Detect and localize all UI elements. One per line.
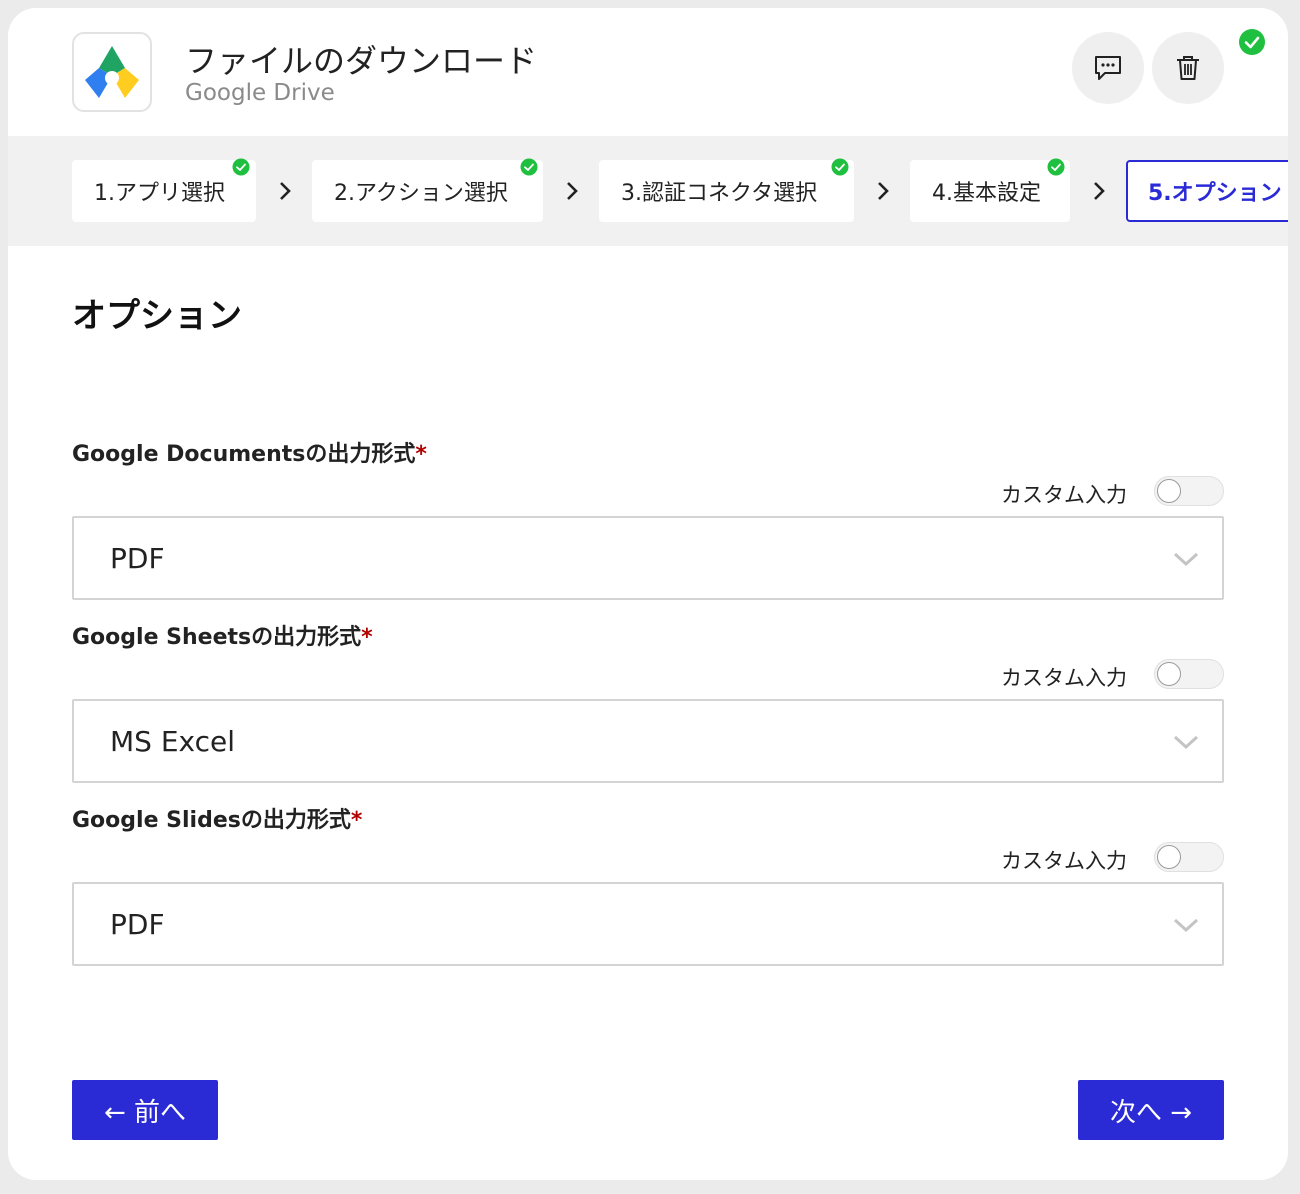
slides-format-select[interactable]: PDF	[72, 882, 1224, 966]
header: ファイルのダウンロード Google Drive	[8, 8, 1288, 136]
chevron-right-icon	[280, 182, 291, 200]
toggle-knob	[1157, 662, 1181, 686]
step-basic-settings[interactable]: 4.基本設定	[910, 158, 1070, 222]
delete-button[interactable]	[1152, 32, 1224, 104]
required-mark: *	[350, 808, 363, 833]
custom-input-toggle[interactable]	[1154, 476, 1224, 506]
main-card: ファイルのダウンロード Google Drive 1.アプリ選択 2.アクション…	[8, 8, 1288, 1180]
custom-input-toggle[interactable]	[1154, 842, 1224, 872]
chevron-right-icon	[567, 182, 578, 200]
step-label: 5.オプション	[1148, 181, 1282, 206]
step-label: 4.基本設定	[932, 181, 1041, 206]
check-circle-icon	[831, 158, 849, 176]
step-connector-select[interactable]: 3.認証コネクタ選択	[599, 158, 854, 222]
google-drive-logo	[72, 32, 152, 112]
step-label: 3.認証コネクタ選択	[621, 181, 818, 206]
check-circle-icon	[1047, 158, 1065, 176]
page-title: ファイルのダウンロード	[185, 42, 538, 80]
comment-icon	[1095, 56, 1121, 80]
step-navigation: 1.アプリ選択 2.アクション選択 3.認証コネクタ選択 4.基本設定 5.オプ…	[8, 136, 1288, 246]
check-circle-icon	[520, 158, 538, 176]
custom-input-label: カスタム入力	[1001, 666, 1127, 690]
step-app-select[interactable]: 1.アプリ選択	[72, 158, 256, 222]
select-value: PDF	[110, 542, 165, 575]
check-circle-icon	[1239, 29, 1265, 55]
step-label: 2.アクション選択	[334, 181, 508, 206]
google-drive-icon	[85, 46, 139, 98]
step-options[interactable]: 5.オプション	[1126, 160, 1288, 222]
step-action-select[interactable]: 2.アクション選択	[312, 158, 543, 222]
select-value: MS Excel	[110, 725, 236, 758]
check-circle-icon	[232, 158, 250, 176]
step-label: 1.アプリ選択	[94, 181, 225, 206]
chevron-right-icon	[878, 182, 889, 200]
custom-input-label: カスタム入力	[1001, 483, 1127, 507]
chevron-down-icon	[1173, 918, 1199, 933]
field-label-slides: Google Slidesの出力形式*	[72, 808, 363, 833]
select-value: PDF	[110, 908, 165, 941]
chevron-right-icon	[1094, 182, 1105, 200]
comment-button[interactable]	[1072, 32, 1144, 104]
next-button[interactable]: 次へ →	[1078, 1080, 1224, 1140]
section-title: オプション	[72, 296, 242, 336]
chevron-down-icon	[1173, 552, 1199, 567]
field-label-documents: Google Documentsの出力形式*	[72, 442, 427, 467]
custom-input-toggle[interactable]	[1154, 659, 1224, 689]
required-mark: *	[361, 625, 373, 650]
sheets-format-select[interactable]: MS Excel	[72, 699, 1224, 783]
app-name: Google Drive	[185, 80, 335, 106]
chevron-down-icon	[1173, 735, 1199, 750]
field-label-sheets: Google Sheetsの出力形式*	[72, 625, 373, 650]
prev-button[interactable]: ← 前へ	[72, 1080, 218, 1140]
required-mark: *	[415, 442, 427, 467]
toggle-knob	[1157, 479, 1181, 503]
documents-format-select[interactable]: PDF	[72, 516, 1224, 600]
trash-icon	[1177, 56, 1199, 80]
toggle-knob	[1157, 845, 1181, 869]
custom-input-label: カスタム入力	[1001, 849, 1127, 873]
